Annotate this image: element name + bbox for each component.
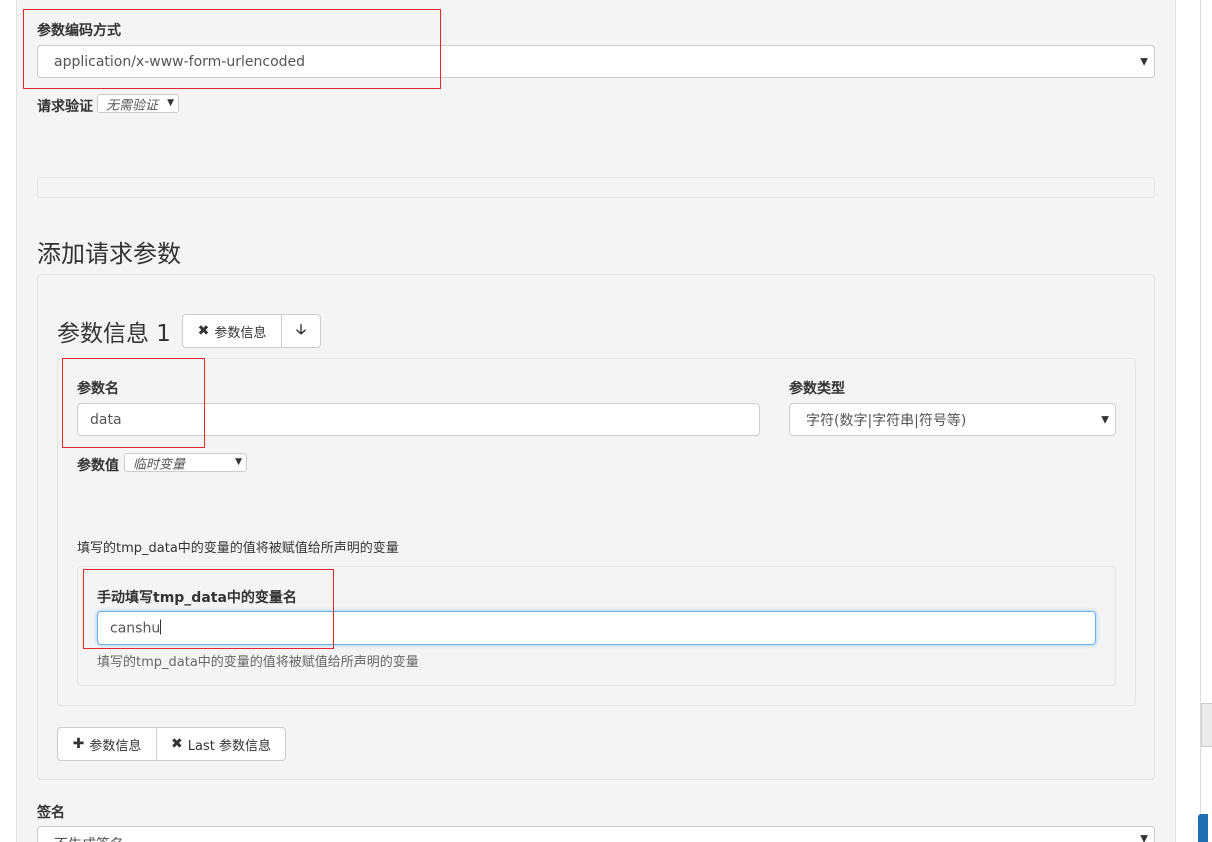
param-type-value: 字符(数字|字符串|符号等): [806, 412, 967, 429]
remove-last-param-label: Last 参数信息: [187, 738, 271, 754]
times-icon: ✖: [197, 323, 210, 339]
auth-value: 无需验证: [106, 98, 159, 113]
side-action-button[interactable]: [1198, 814, 1208, 842]
signature-select[interactable]: 不生成签名 ▼: [37, 826, 1155, 842]
signature-value: 不生成签名: [54, 834, 124, 842]
highlight-box-var-name: [83, 569, 334, 649]
arrow-down-icon: 🡣: [295, 322, 307, 338]
add-param-button[interactable]: ✚ 参数信息: [57, 727, 157, 761]
caret-down-icon: ▼: [1140, 56, 1148, 67]
caret-down-icon: ▼: [1140, 833, 1148, 842]
move-down-button[interactable]: 🡣: [281, 314, 321, 348]
auth-label: 请求验证: [37, 99, 93, 115]
form-panel: 参数编码方式 application/x-www-form-urlencoded…: [16, 0, 1176, 842]
signature-label: 签名: [37, 805, 65, 821]
plus-icon: ✚: [72, 736, 85, 752]
caret-down-icon: ▼: [167, 97, 174, 108]
remove-last-param-button[interactable]: ✖ Last 参数信息: [156, 727, 286, 761]
add-param-label: 参数信息: [89, 738, 142, 754]
section-title: 添加请求参数: [37, 240, 181, 268]
highlight-box-encoding: [23, 9, 441, 89]
param-type-label: 参数类型: [789, 381, 845, 397]
highlight-box-param-name: [62, 358, 205, 448]
param-type-select[interactable]: 字符(数字|字符串|符号等) ▼: [789, 403, 1116, 436]
remove-param-button[interactable]: ✖ 参数信息: [182, 314, 282, 348]
caret-down-icon: ▼: [235, 456, 242, 467]
var-help-text: 填写的tmp_data中的变量的值将被赋值给所声明的变量: [97, 655, 419, 670]
param-value-type-select[interactable]: 临时变量 ▼: [124, 453, 247, 472]
scrollbar-thumb[interactable]: [1201, 703, 1212, 747]
param-heading: 参数信息 1: [57, 321, 171, 347]
caret-down-icon: ▼: [1101, 414, 1109, 425]
auth-select[interactable]: 无需验证 ▼: [97, 94, 179, 113]
param-value-type: 临时变量: [133, 457, 186, 472]
auth-detail-bar: [37, 177, 1155, 198]
param-help-text: 填写的tmp_data中的变量的值将被赋值给所声明的变量: [77, 541, 399, 556]
param-value-label: 参数值: [77, 458, 119, 474]
remove-param-label: 参数信息: [214, 325, 267, 341]
times-icon: ✖: [171, 736, 183, 752]
